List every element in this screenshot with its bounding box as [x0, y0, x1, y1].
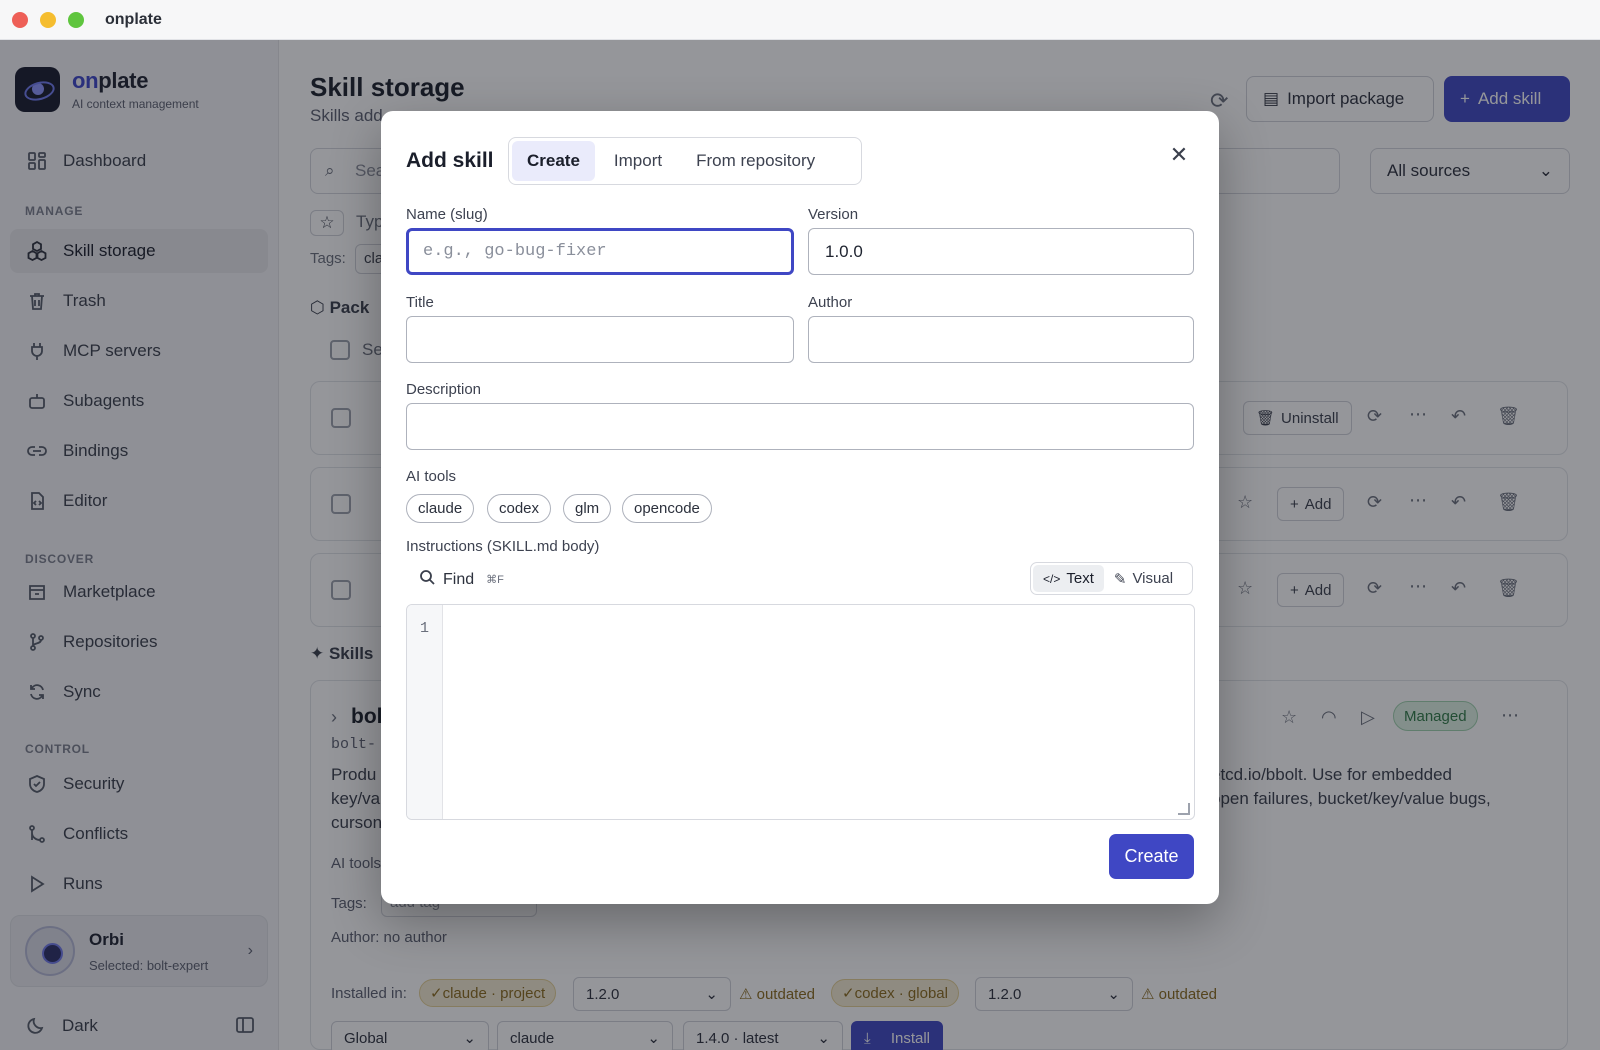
title-input[interactable]	[406, 316, 794, 363]
find-shortcut: ⌘F	[486, 574, 504, 586]
name-slug-input[interactable]	[406, 228, 794, 275]
dialog-title: Add skill	[406, 149, 494, 172]
ai-tool-chip-glm[interactable]: glm	[563, 494, 612, 523]
author-label: Author	[808, 294, 853, 311]
dialog-tabs: Create Import From repository	[508, 137, 862, 185]
text-mode-button[interactable]: </> Text	[1033, 565, 1104, 592]
ai-tool-chip-opencode[interactable]: opencode	[622, 494, 712, 523]
create-button[interactable]: Create	[1109, 834, 1194, 879]
editor-mode-toggle: </> Text ✎ Visual	[1030, 562, 1193, 595]
author-input[interactable]	[808, 316, 1194, 363]
ai-tool-chip-claude[interactable]: claude	[406, 494, 475, 523]
edit-icon: ✎	[1113, 570, 1127, 588]
window-titlebar: onplate	[0, 0, 1600, 40]
line-number: 1	[407, 605, 443, 819]
ai-tools-label: AI tools	[406, 468, 457, 485]
add-skill-dialog: Add skill Create Import From repository …	[381, 111, 1219, 904]
description-label: Description	[406, 381, 482, 398]
code-icon: </>	[1043, 571, 1061, 586]
version-label: Version	[808, 206, 859, 223]
search-icon	[419, 569, 435, 590]
name-label: Name (slug)	[406, 206, 488, 223]
version-input[interactable]	[808, 228, 1194, 275]
instructions-label: Instructions (SKILL.md body)	[406, 538, 600, 555]
minimize-window-button[interactable]	[40, 12, 56, 28]
visual-mode-button[interactable]: ✎ Visual	[1104, 565, 1183, 592]
resize-handle[interactable]	[1178, 803, 1190, 815]
close-window-button[interactable]	[12, 12, 28, 28]
tab-from-repository[interactable]: From repository	[681, 141, 830, 181]
ai-tool-chip-codex[interactable]: codex	[487, 494, 552, 523]
find-button[interactable]: Find ⌘F	[419, 569, 504, 590]
tab-import[interactable]: Import	[599, 141, 677, 181]
description-input[interactable]	[406, 403, 1194, 450]
tab-create[interactable]: Create	[512, 141, 595, 181]
window-title: onplate	[105, 11, 162, 28]
close-icon[interactable]: ✕	[1165, 141, 1193, 169]
instructions-editor[interactable]: 1	[406, 604, 1195, 820]
title-label: Title	[406, 294, 434, 311]
zoom-window-button[interactable]	[68, 12, 84, 28]
